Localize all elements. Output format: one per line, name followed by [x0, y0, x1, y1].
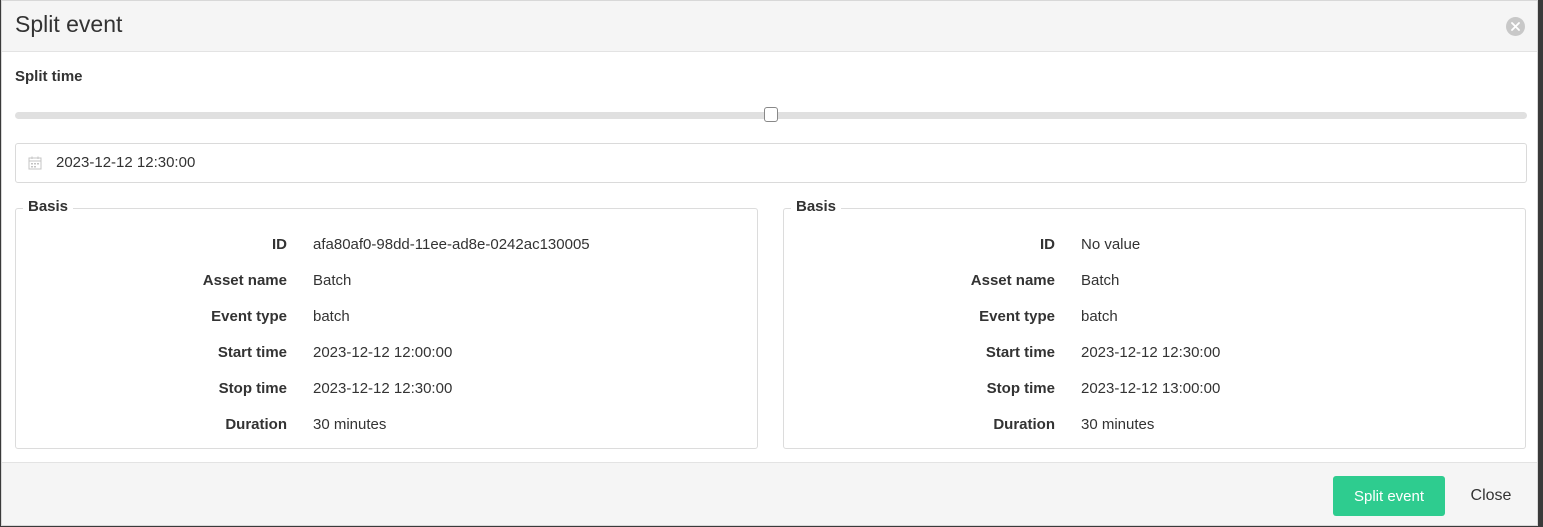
split-time-label: Split time — [15, 68, 83, 85]
property-row-event-type: Event type batch — [784, 308, 1525, 328]
property-key: Duration — [225, 416, 287, 433]
property-value: 30 minutes — [313, 416, 387, 433]
property-value: 2023-12-12 13:00:00 — [1081, 380, 1221, 397]
property-row-duration: Duration 30 minutes — [16, 416, 757, 436]
calendar-icon — [28, 156, 42, 170]
event-panel-after: Basis ID No value Asset name Batch Event… — [783, 198, 1526, 449]
property-key: Stop time — [218, 380, 287, 397]
property-value: 30 minutes — [1081, 416, 1155, 433]
modal-footer: Split event Close — [2, 462, 1537, 525]
property-value: afa80af0-98dd-11ee-ad8e-0242ac130005 — [313, 236, 590, 253]
modal-title: Split event — [15, 11, 123, 37]
split-time-value: 2023-12-12 12:30:00 — [56, 154, 196, 171]
property-value: Batch — [313, 272, 352, 289]
property-value: batch — [313, 308, 350, 325]
close-button[interactable]: Close — [1456, 476, 1526, 516]
panel-legend: Basis — [791, 198, 842, 215]
property-value: 2023-12-12 12:30:00 — [1081, 344, 1221, 361]
split-event-modal: Split event Split time 2023-12-12 12:30:… — [1, 0, 1538, 526]
property-key: Asset name — [970, 272, 1055, 289]
property-row-asset-name: Asset name Batch — [16, 272, 757, 292]
property-key: Asset name — [202, 272, 287, 289]
property-key: Event type — [211, 308, 287, 325]
property-row-asset-name: Asset name Batch — [784, 272, 1525, 292]
property-key: Start time — [217, 344, 287, 361]
property-row-start-time: Start time 2023-12-12 12:00:00 — [16, 344, 757, 364]
modal-header: Split event — [2, 1, 1537, 52]
close-circle-icon[interactable] — [1506, 17, 1525, 36]
property-value: batch — [1081, 308, 1118, 325]
panel-legend: Basis — [23, 198, 74, 215]
property-row-id: ID afa80af0-98dd-11ee-ad8e-0242ac130005 — [16, 236, 757, 256]
property-value: Batch — [1081, 272, 1120, 289]
property-value: No value — [1081, 236, 1141, 253]
property-value: 2023-12-12 12:00:00 — [313, 344, 453, 361]
property-value: 2023-12-12 12:30:00 — [313, 380, 453, 397]
property-row-stop-time: Stop time 2023-12-12 12:30:00 — [16, 380, 757, 400]
property-key: ID — [1040, 236, 1055, 253]
property-row-duration: Duration 30 minutes — [784, 416, 1525, 436]
property-key: Duration — [993, 416, 1055, 433]
event-panel-before: Basis ID afa80af0-98dd-11ee-ad8e-0242ac1… — [15, 198, 758, 449]
split-time-input[interactable]: 2023-12-12 12:30:00 — [15, 143, 1527, 183]
close-icon — [1511, 22, 1520, 31]
property-key: ID — [272, 236, 287, 253]
property-row-event-type: Event type batch — [16, 308, 757, 328]
split-time-slider[interactable] — [15, 107, 1527, 122]
slider-handle[interactable] — [764, 107, 778, 122]
split-event-button[interactable]: Split event — [1333, 476, 1445, 516]
property-row-stop-time: Stop time 2023-12-12 13:00:00 — [784, 380, 1525, 400]
property-key: Stop time — [986, 380, 1055, 397]
property-key: Event type — [979, 308, 1055, 325]
property-key: Start time — [985, 344, 1055, 361]
property-row-id: ID No value — [784, 236, 1525, 256]
property-row-start-time: Start time 2023-12-12 12:30:00 — [784, 344, 1525, 364]
